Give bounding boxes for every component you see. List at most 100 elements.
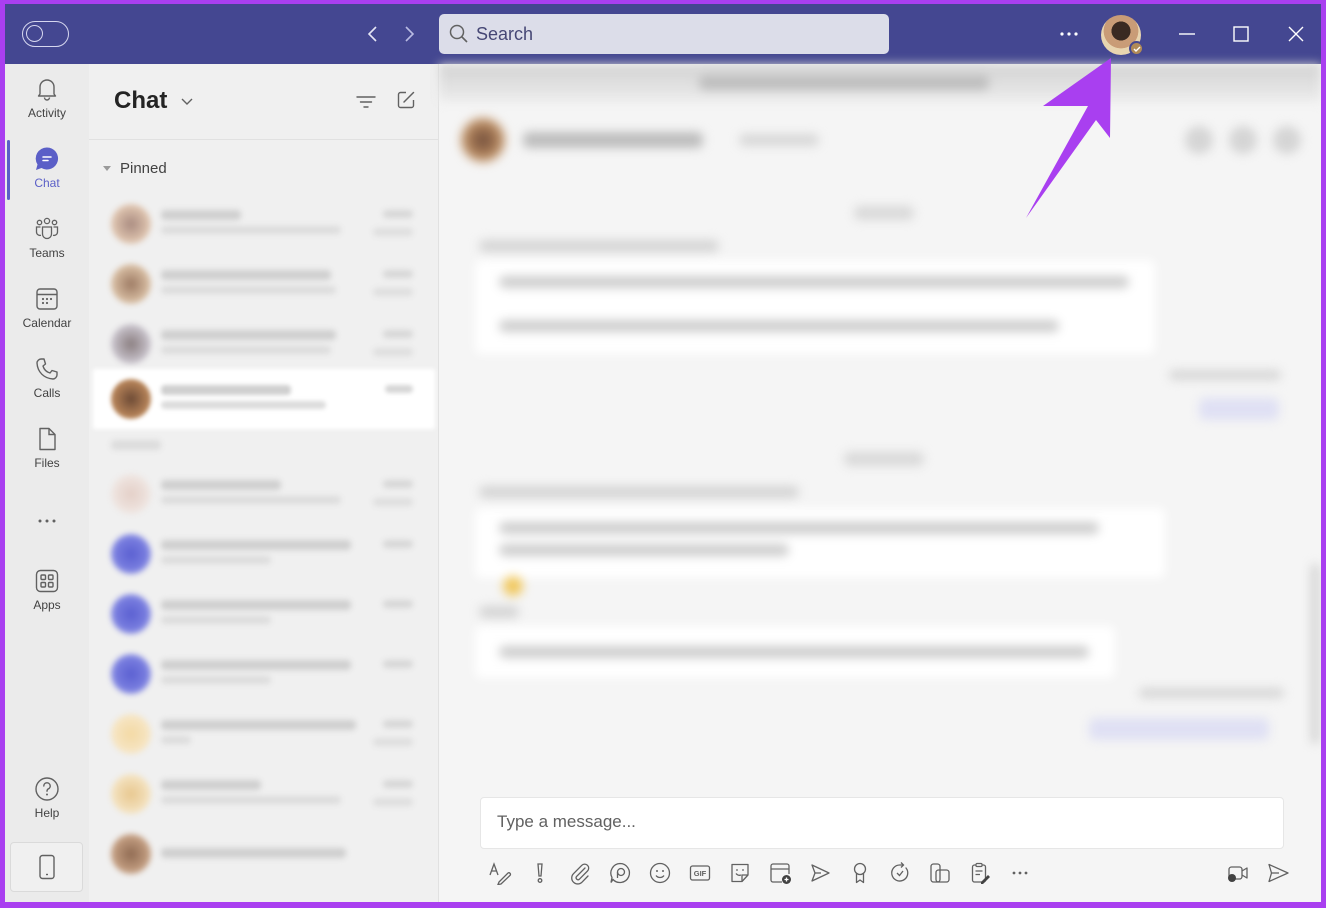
- title-bar: [5, 4, 1321, 64]
- pinned-label: Pinned: [120, 160, 167, 177]
- message-input[interactable]: [497, 812, 1257, 832]
- loop-component-button[interactable]: [927, 860, 953, 886]
- meet-now-icon: [1228, 866, 1248, 882]
- rail-item-calendar[interactable]: Calendar: [5, 286, 89, 348]
- rail-label: Teams: [29, 246, 65, 260]
- emoji-button[interactable]: [647, 860, 673, 886]
- profile-avatar[interactable]: [1101, 15, 1144, 56]
- new-chat-icon[interactable]: [395, 89, 417, 111]
- teams-icon: [35, 217, 59, 240]
- chat-list-title: Chat: [114, 87, 168, 114]
- stream-button[interactable]: [807, 860, 833, 886]
- praise-icon: [853, 862, 867, 884]
- rail-item-apps[interactable]: Apps: [5, 568, 89, 630]
- rail-label: Help: [34, 806, 60, 820]
- loop-button[interactable]: [607, 860, 633, 886]
- close-icon: [1288, 26, 1304, 42]
- chat-list-item[interactable]: [93, 524, 435, 584]
- back-button[interactable]: [363, 22, 383, 46]
- schedule-meeting-icon: [770, 863, 791, 884]
- close-button[interactable]: [1280, 18, 1312, 50]
- chat-list-item[interactable]: [93, 314, 435, 374]
- bell-icon: [37, 79, 57, 101]
- forms-icon: [971, 862, 990, 884]
- format-button[interactable]: [487, 860, 513, 886]
- forward-button[interactable]: [399, 22, 419, 46]
- praise-button[interactable]: [847, 860, 873, 886]
- rail-label: Calls: [33, 386, 61, 400]
- file-icon: [39, 427, 56, 451]
- more-options-button[interactable]: [1057, 22, 1081, 46]
- checkmark-icon: [1133, 46, 1140, 52]
- maximize-icon: [1233, 26, 1249, 42]
- rail-item-activity[interactable]: Activity: [5, 76, 89, 138]
- gif-button[interactable]: GIF: [687, 860, 713, 886]
- format-icon: [489, 862, 512, 885]
- search-icon: [449, 24, 468, 43]
- priority-button[interactable]: [527, 860, 553, 886]
- chat-list-item[interactable]: [93, 584, 435, 644]
- send-button[interactable]: [1265, 860, 1291, 886]
- more-horizontal-icon: [38, 519, 56, 523]
- search-input[interactable]: [476, 23, 856, 45]
- rail-label: Activity: [27, 106, 66, 120]
- rail-more-button[interactable]: [5, 508, 89, 536]
- rail-label: Apps: [33, 598, 61, 612]
- attach-button[interactable]: [567, 860, 593, 886]
- chevron-left-icon: [367, 26, 377, 42]
- chat-list-item[interactable]: [93, 464, 435, 524]
- rail-item-calls[interactable]: Calls: [5, 356, 89, 418]
- emoji-icon: [649, 862, 671, 884]
- svg-text:GIF: GIF: [694, 869, 707, 878]
- meet-now-button[interactable]: [1225, 860, 1251, 886]
- loop-icon: [610, 862, 631, 884]
- filter-icon[interactable]: [355, 91, 377, 113]
- search-bar[interactable]: [439, 14, 889, 54]
- maximize-button[interactable]: [1225, 18, 1257, 50]
- forms-button[interactable]: [967, 860, 993, 886]
- apps-grid-icon: [35, 569, 59, 593]
- conversation-avatar: [461, 118, 505, 162]
- composer-toolbar: GIF: [487, 860, 1033, 886]
- sticker-button[interactable]: [727, 860, 753, 886]
- app-rail: Activity Chat Teams Calendar Calls Files…: [5, 64, 89, 902]
- rail-item-files[interactable]: Files: [5, 426, 89, 488]
- loop-component-icon: [930, 863, 950, 883]
- mobile-app-button[interactable]: [10, 842, 83, 892]
- sticker-icon: [731, 863, 749, 883]
- more-apps-button[interactable]: [1007, 860, 1033, 886]
- conversation-actions: [1185, 126, 1301, 154]
- updates-button[interactable]: [887, 860, 913, 886]
- calendar-icon: [36, 288, 58, 310]
- chat-list-item[interactable]: [93, 644, 435, 704]
- chevron-right-icon: [405, 26, 415, 42]
- message-composer[interactable]: [480, 797, 1284, 849]
- send-icon: [1268, 863, 1289, 883]
- status-badge: [1129, 41, 1144, 56]
- chat-list-pane: Chat Pinned: [89, 64, 439, 902]
- rail-item-teams[interactable]: Teams: [5, 216, 89, 278]
- chat-list-item[interactable]: [93, 254, 435, 314]
- updates-icon: [891, 862, 909, 882]
- recent-section-label: [111, 440, 161, 450]
- rail-item-help[interactable]: Help: [5, 776, 89, 838]
- stream-icon: [811, 864, 830, 882]
- minimize-button[interactable]: [1171, 18, 1203, 50]
- pinned-section-toggle[interactable]: Pinned: [103, 160, 167, 177]
- minimize-icon: [1179, 33, 1195, 35]
- chat-list-item-selected[interactable]: [93, 369, 435, 429]
- attach-icon: [571, 863, 590, 885]
- composer-actions: [1225, 860, 1291, 886]
- toggle-switch-icon[interactable]: [22, 21, 69, 47]
- rail-item-chat[interactable]: Chat: [5, 146, 89, 208]
- chevron-down-icon[interactable]: [180, 94, 194, 108]
- conversation-tabs: [739, 134, 819, 146]
- chat-list-item[interactable]: [93, 824, 435, 884]
- schedule-meeting-button[interactable]: [767, 860, 793, 886]
- rail-label: Files: [34, 456, 60, 470]
- chat-list-item[interactable]: [93, 194, 435, 254]
- collapse-triangle-icon: [103, 166, 111, 171]
- chat-list-item[interactable]: [93, 764, 435, 824]
- chat-list-item[interactable]: [93, 704, 435, 764]
- question-circle-icon: [35, 777, 59, 801]
